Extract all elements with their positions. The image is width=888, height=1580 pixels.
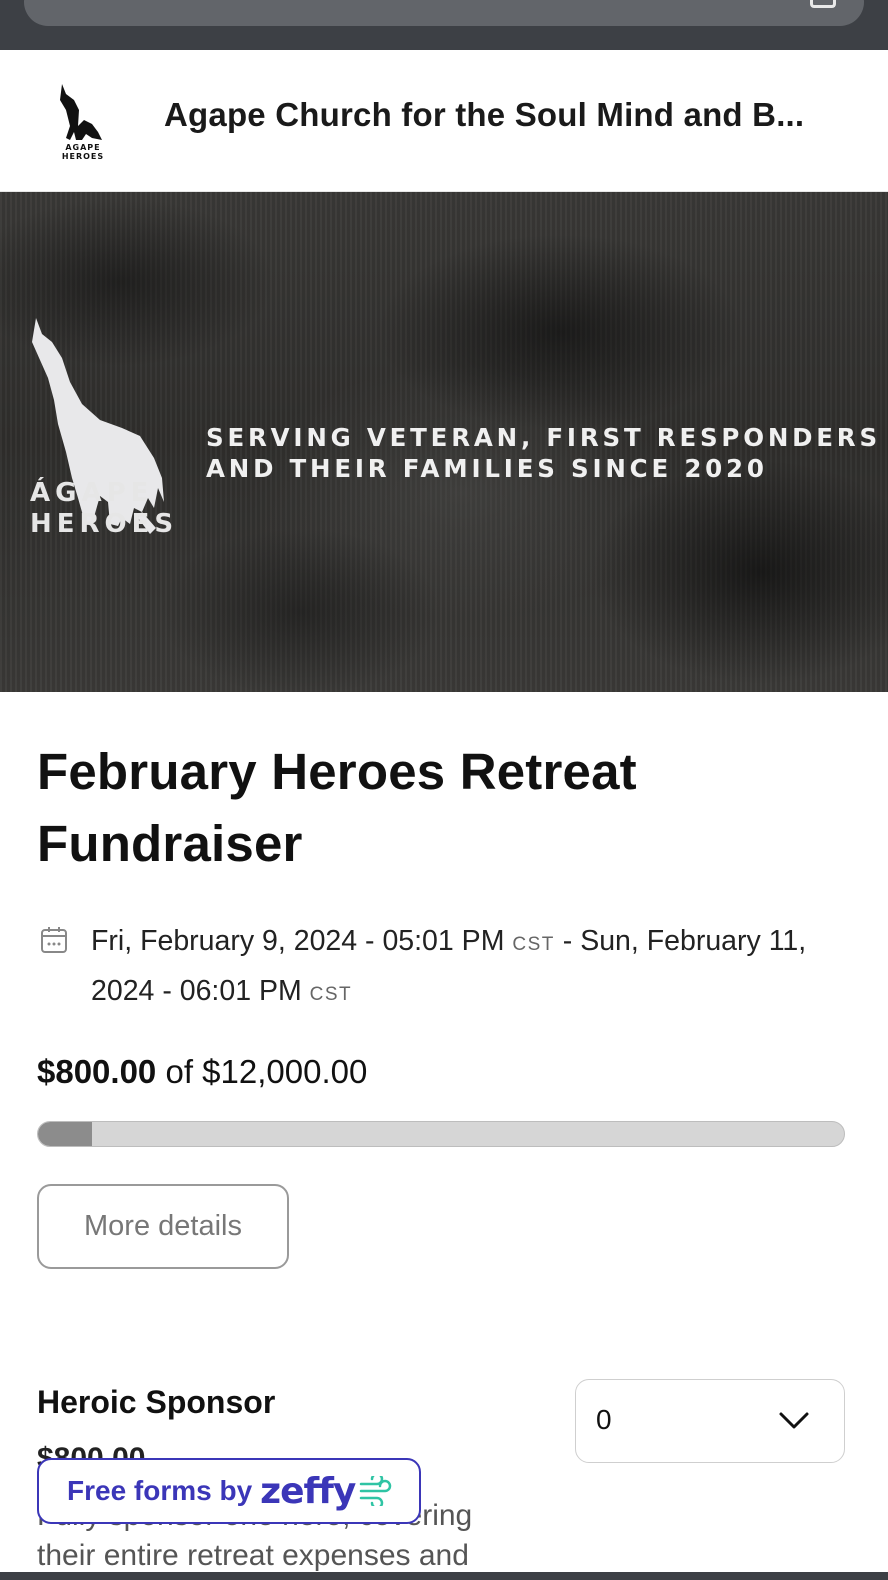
banner-brand: ÁGAPE HEROES bbox=[30, 478, 178, 540]
progress-fill bbox=[38, 1122, 92, 1146]
banner-tagline-line2: AND THEIR FAMILIES SINCE 2020 bbox=[206, 454, 768, 483]
org-header: AGAPE HEROES Agape Church for the Soul M… bbox=[0, 50, 888, 192]
svg-text:HEROES: HEROES bbox=[62, 152, 104, 160]
amount-goal: $12,000.00 bbox=[202, 1053, 368, 1090]
amount-raised: $800.00 bbox=[37, 1053, 157, 1090]
chevron-down-icon bbox=[779, 1412, 809, 1429]
amount-of-label: of bbox=[165, 1053, 193, 1090]
banner-tagline-line1: SERVING VETERAN, FIRST RESPONDERS bbox=[206, 423, 881, 452]
zeffy-brand: zeffy bbox=[260, 1470, 356, 1512]
fundraising-amount: $800.00 of $12,000.00 bbox=[37, 1053, 367, 1091]
end-timezone: CST bbox=[309, 984, 353, 1005]
banner-brand-line2: HEROES bbox=[30, 509, 179, 539]
quantity-value: 0 bbox=[596, 1404, 612, 1435]
zeffy-logo-icon bbox=[360, 1476, 392, 1506]
ticket-name: Heroic Sponsor bbox=[37, 1384, 276, 1420]
event-banner: ÁGAPE HEROES SERVING VETERAN, FIRST RESP… bbox=[0, 192, 888, 692]
org-name[interactable]: Agape Church for the Soul Mind and B... bbox=[164, 96, 844, 134]
zeffy-label: Free forms by bbox=[67, 1475, 253, 1506]
more-details-button[interactable]: More details bbox=[37, 1184, 289, 1269]
ticket-quantity-select[interactable]: 0 bbox=[575, 1379, 845, 1463]
bottom-bar bbox=[0, 1572, 888, 1580]
zeffy-badge[interactable]: Free forms by zeffy bbox=[37, 1458, 421, 1524]
svg-text:AGAPE: AGAPE bbox=[65, 143, 100, 152]
banner-brand-line1: ÁGAPE bbox=[30, 478, 154, 508]
event-start: Fri, February 9, 2024 - 05:01 PM bbox=[91, 925, 505, 957]
browser-chrome bbox=[0, 0, 888, 50]
start-timezone: CST bbox=[512, 934, 555, 955]
org-logo-icon: AGAPE HEROES bbox=[60, 84, 104, 160]
fundraising-progress-bar bbox=[37, 1121, 845, 1147]
event-title: February Heroes Retreat Fundraiser bbox=[37, 743, 637, 872]
calendar-icon bbox=[41, 927, 67, 953]
banner-tagline: SERVING VETERAN, FIRST RESPONDERS AND TH… bbox=[206, 422, 881, 484]
tabs-icon[interactable] bbox=[810, 0, 836, 8]
event-date-range: Fri, February 9, 2024 - 05:01 PM CST - S… bbox=[91, 925, 807, 1007]
address-bar[interactable] bbox=[24, 0, 864, 26]
